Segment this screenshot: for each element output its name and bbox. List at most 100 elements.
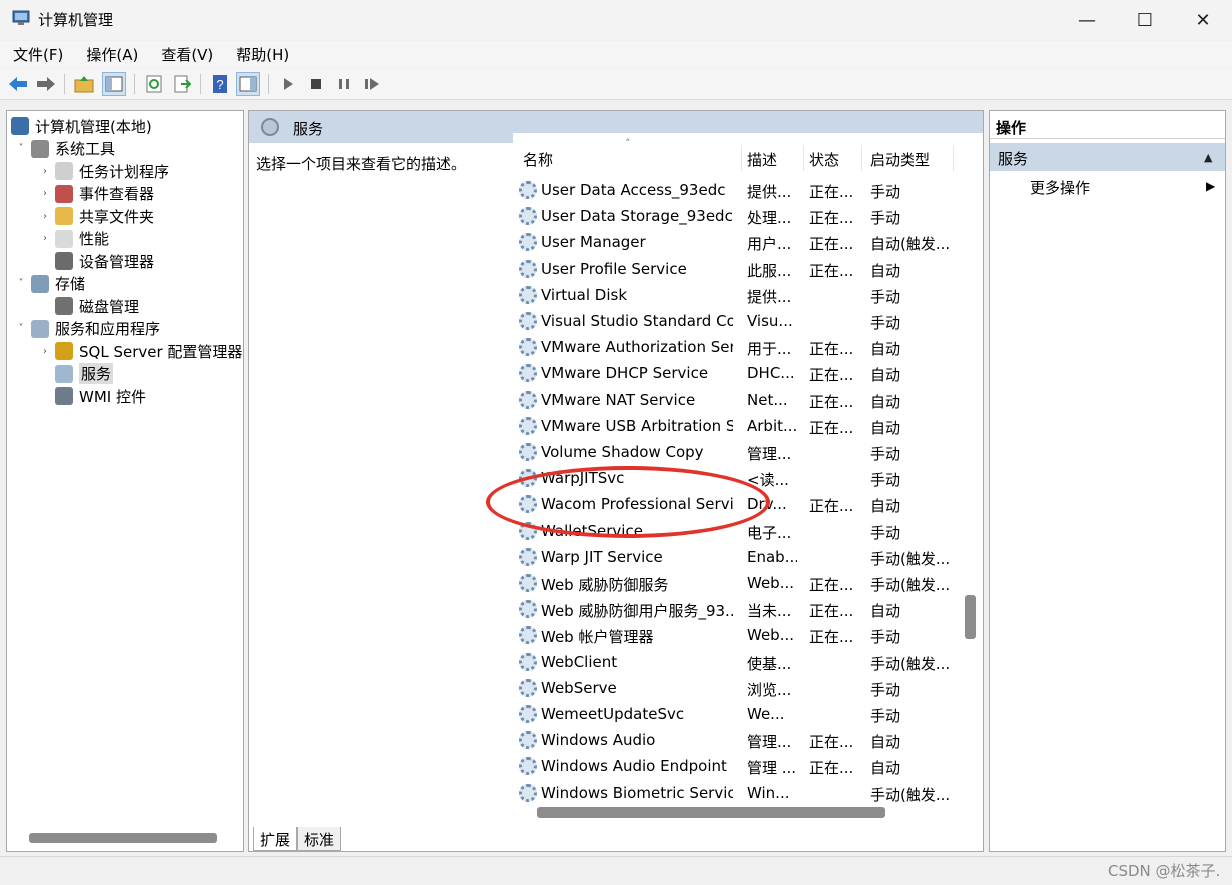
expand-chevron-down-icon[interactable]: ˅ xyxy=(15,323,27,334)
tree-item[interactable]: 计算机管理(本地) xyxy=(11,115,152,137)
tab-standard[interactable]: 标准 xyxy=(297,827,342,851)
tree-horizontal-scrollbar[interactable] xyxy=(29,833,217,843)
tree-item[interactable]: ˅ 服务和应用程序 xyxy=(15,318,160,340)
tree-item[interactable]: ˅ 存储 xyxy=(15,273,85,295)
column-divider[interactable] xyxy=(803,145,804,171)
actions-group-services[interactable]: 服务 xyxy=(990,143,1225,171)
service-startup-type: 自动 xyxy=(870,733,901,752)
service-row[interactable]: Web 威胁防御用户服务_93... 当未... 正在... 自动 xyxy=(513,596,963,622)
list-horizontal-scrollbar[interactable] xyxy=(537,807,885,818)
service-row[interactable]: VMware NAT Service Net... 正在... 自动 xyxy=(513,387,963,413)
stop-service-icon[interactable] xyxy=(304,72,328,96)
menu-action[interactable]: 操作(A) xyxy=(73,41,148,67)
expand-chevron-right-icon[interactable]: › xyxy=(39,211,51,222)
services-gear-icon xyxy=(55,364,73,383)
help-icon[interactable]: ? xyxy=(208,72,232,96)
column-divider[interactable] xyxy=(741,145,742,171)
service-row[interactable]: Visual Studio Standard Coll... Visu... 手动 xyxy=(513,308,963,334)
service-description-cell: 处理... xyxy=(747,209,792,228)
column-divider[interactable] xyxy=(953,145,954,171)
pause-service-icon[interactable] xyxy=(332,72,356,96)
service-row[interactable]: Volume Shadow Copy 管理... 手动 xyxy=(513,439,963,465)
service-gear-icon xyxy=(519,338,537,357)
back-arrow-icon[interactable] xyxy=(6,72,30,96)
column-header-status[interactable]: 状态 xyxy=(809,149,839,170)
service-startup-type: 自动 xyxy=(870,366,901,385)
list-vertical-scrollbar[interactable] xyxy=(965,595,976,639)
service-row[interactable]: VMware Authorization Ser... 用于... 正在... 自动 xyxy=(513,334,963,360)
column-divider[interactable] xyxy=(861,145,862,171)
tree-item[interactable]: › 事件查看器 xyxy=(39,183,154,205)
service-description-cell: 电子... xyxy=(747,523,792,542)
forward-arrow-icon[interactable] xyxy=(34,72,58,96)
service-startup-type: 自动 xyxy=(870,418,901,437)
up-folder-icon[interactable] xyxy=(72,72,96,96)
menu-file[interactable]: 文件(F) xyxy=(0,41,73,67)
properties-pane-icon[interactable] xyxy=(236,72,260,96)
service-description-cell: 管理 ... xyxy=(747,759,797,778)
service-description-cell: 当未... xyxy=(747,602,792,621)
service-status: 正在... xyxy=(809,733,854,752)
service-name: VMware DHCP Service xyxy=(541,364,709,383)
sql-server-icon xyxy=(55,342,73,360)
service-row[interactable]: Virtual Disk 提供... 手动 xyxy=(513,282,963,308)
menu-view[interactable]: 查看(V) xyxy=(148,41,223,67)
start-service-icon[interactable] xyxy=(276,72,300,96)
service-row[interactable]: User Data Access_93edc 提供... 正在... 手动 xyxy=(513,177,963,203)
expand-chevron-right-icon[interactable]: › xyxy=(39,233,51,244)
toolbar-separator xyxy=(268,74,269,94)
service-row[interactable]: Windows Audio 管理... 正在... 自动 xyxy=(513,727,963,753)
tree-item-label: WMI 控件 xyxy=(79,387,146,406)
service-row[interactable]: Web 威胁防御服务 Web... 正在... 手动(触发... xyxy=(513,570,963,596)
service-row[interactable]: WebServe 浏览... 手动 xyxy=(513,675,963,701)
refresh-icon[interactable] xyxy=(142,72,166,96)
collapse-arrow-icon[interactable]: ▲ xyxy=(1204,151,1212,164)
service-startup-type: 自动 xyxy=(870,340,901,359)
expand-chevron-right-icon[interactable]: › xyxy=(39,188,51,199)
service-row[interactable]: User Manager 用户... 正在... 自动(触发... xyxy=(513,229,963,255)
service-name: User Data Access_93edc xyxy=(541,181,726,199)
tree-item[interactable]: › 性能 xyxy=(39,228,109,250)
service-row[interactable]: WemeetUpdateSvc We... 手动 xyxy=(513,701,963,727)
service-row[interactable]: Warp JIT Service Enab... 手动(触发... xyxy=(513,544,963,570)
submenu-arrow-icon[interactable]: ▶ xyxy=(1206,179,1215,193)
tree-item[interactable]: › 共享文件夹 xyxy=(39,205,154,227)
tree-item-label: 存储 xyxy=(55,275,86,293)
tree-item[interactable]: › SQL Server 配置管理器 xyxy=(39,340,242,362)
service-row[interactable]: WebClient 使基... 手动(触发... xyxy=(513,649,963,675)
watermark: CSDN @松茶子. xyxy=(1108,862,1221,880)
maximize-button[interactable]: ☐ xyxy=(1116,0,1174,40)
performance-icon xyxy=(55,229,73,248)
tab-extended[interactable]: 扩展 xyxy=(253,827,298,851)
tree-item[interactable]: WMI 控件 xyxy=(39,385,146,407)
column-header-startup-type[interactable]: 启动类型 xyxy=(870,149,930,170)
storage-icon xyxy=(31,274,49,293)
minimize-button[interactable]: — xyxy=(1058,0,1116,40)
tree-item[interactable]: 服务 xyxy=(39,363,114,385)
tree-item[interactable]: 磁盘管理 xyxy=(39,295,139,317)
shared-folder-icon xyxy=(55,207,73,225)
column-header-name[interactable]: 名称 xyxy=(523,149,553,170)
service-row[interactable]: Web 帐户管理器 Web... 正在... 手动 xyxy=(513,622,963,648)
service-row[interactable]: VMware DHCP Service DHC... 正在... 自动 xyxy=(513,360,963,386)
tree-item[interactable]: ˅ 系统工具 xyxy=(15,138,115,160)
expand-chevron-right-icon[interactable]: › xyxy=(39,166,51,177)
service-row[interactable]: User Profile Service 此服... 正在... 自动 xyxy=(513,256,963,282)
expand-chevron-right-icon[interactable]: › xyxy=(39,346,51,357)
more-actions-item[interactable]: 更多操作 xyxy=(1030,177,1090,198)
service-row[interactable]: Windows Biometric Service Win... 手动(触发... xyxy=(513,780,963,806)
column-header-description[interactable]: 描述 xyxy=(747,149,777,170)
tree-item[interactable]: 设备管理器 xyxy=(39,250,154,272)
export-list-icon[interactable] xyxy=(170,72,194,96)
restart-service-icon[interactable] xyxy=(360,72,384,96)
menu-help[interactable]: 帮助(H) xyxy=(223,41,299,67)
close-button[interactable]: ✕ xyxy=(1174,0,1232,40)
service-row[interactable]: User Data Storage_93edc 处理... 正在... 手动 xyxy=(513,203,963,229)
service-gear-icon xyxy=(519,731,537,750)
expand-chevron-down-icon[interactable]: ˅ xyxy=(15,278,27,289)
expand-chevron-down-icon[interactable]: ˅ xyxy=(15,143,27,154)
service-row[interactable]: VMware USB Arbitration S... Arbit... 正在...… xyxy=(513,413,963,439)
tree-item[interactable]: › 任务计划程序 xyxy=(39,160,169,182)
service-row[interactable]: Windows Audio Endpoint B... 管理 ... 正在... 自动 xyxy=(513,753,963,779)
show-hide-tree-icon[interactable] xyxy=(102,72,126,96)
